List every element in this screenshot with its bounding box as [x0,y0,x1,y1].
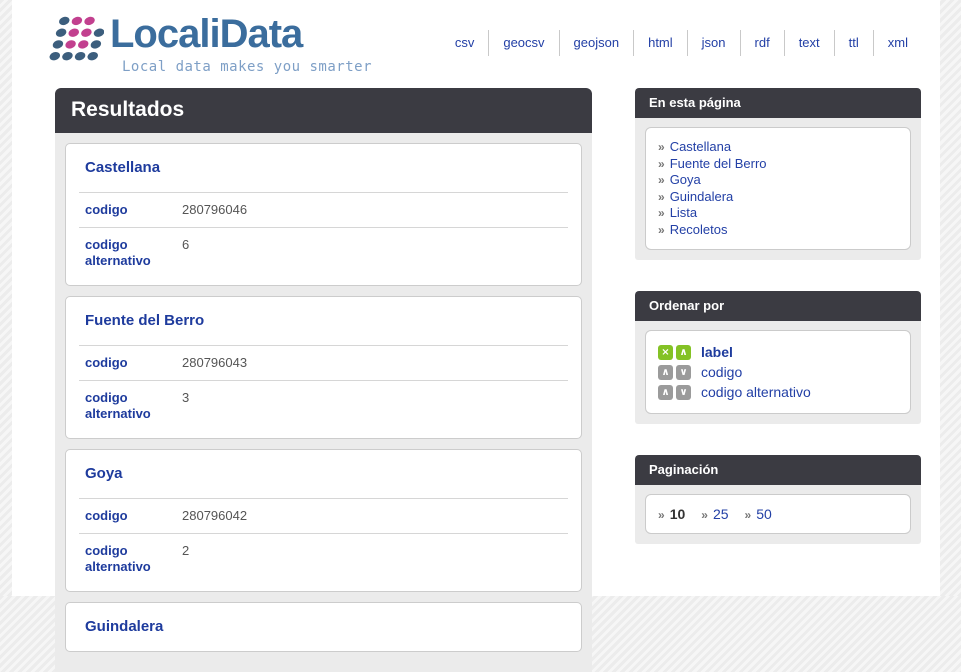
list-item: » Lista [658,205,898,222]
format-nav: csv geocsv geojson html json rdf text tt… [441,30,922,56]
chevron-right-icon: » [658,173,665,187]
sort-row-codigo-alternativo: ∧ ∨ codigo alternativo [658,382,898,402]
content: Resultados Castellana codigo 280796046 c… [12,88,940,672]
pagination-title: Paginación [635,455,921,485]
brand-tagline: Local data makes you smarter [122,59,372,75]
page-size-option-25[interactable]: » 25 [701,506,728,522]
table-row: codigo alternativo 2 [79,533,568,591]
table-row: codigo alternativo 3 [79,380,568,438]
on-this-page-body: » Castellana » Fuente del Berro » Goya » Gui… [635,118,921,260]
result-card-goya: Goya codigo 280796042 codigo alternativo… [65,449,582,592]
sort-asc-icon[interactable]: ∧ [658,365,673,380]
chevron-right-icon: » [701,508,708,522]
field-value: 280796043 [182,355,247,371]
results-panel-title: Resultados [55,88,592,133]
sort-card: × ∧ label ∧ ∨ codigo ∧ ∨ codigo alte [645,330,911,414]
chevron-right-icon: » [658,206,665,220]
sort-widget-title: Ordenar por [635,291,921,321]
sort-asc-active-icon[interactable]: ∧ [676,345,691,360]
sidebar: En esta página » Castellana » Fuente del B… [635,88,921,575]
list-item: » Fuente del Berro [658,156,898,173]
field-value: 3 [182,390,189,422]
result-card-title: Fuente del Berro [79,297,568,345]
result-card-fuente-del-berro: Fuente del Berro codigo 280796043 codigo… [65,296,582,439]
chevron-right-icon: » [745,508,752,522]
format-link-geocsv[interactable]: geocsv [488,30,558,56]
chevron-right-icon: » [658,140,665,154]
page-size-option-50[interactable]: » 50 [745,506,772,522]
toc-link-goya[interactable]: Goya [670,172,701,187]
localidata-dots-icon [48,12,104,66]
on-this-page-title: En esta página [635,88,921,118]
on-this-page-widget: En esta página » Castellana » Fuente del B… [635,88,921,260]
brand-text: LocaliData Local data makes you smarter [110,10,372,75]
sort-row-codigo: ∧ ∨ codigo [658,362,898,382]
results-panel: Resultados Castellana codigo 280796046 c… [55,88,592,672]
list-item: » Goya [658,172,898,189]
on-this-page-card: » Castellana » Fuente del Berro » Goya » Gui… [645,127,911,250]
field-label: codigo alternativo [85,237,182,269]
result-card-title: Castellana [79,144,568,192]
field-value: 6 [182,237,189,269]
format-link-json[interactable]: json [687,30,740,56]
table-row: codigo 280796043 [79,345,568,380]
field-value: 2 [182,543,189,575]
format-link-html[interactable]: html [633,30,687,56]
pagination-body: » 10 » 25 » 50 [635,485,921,544]
pagination-widget: Paginación » 10 » 25 » 50 [635,455,921,544]
page: LocaliData Local data makes you smarter … [12,0,940,596]
chevron-right-icon: » [658,190,665,204]
chevron-right-icon: » [658,223,665,237]
top-bar: LocaliData Local data makes you smarter … [12,10,940,88]
result-card-title: Goya [79,450,568,498]
chevron-right-icon: » [658,508,665,522]
toc-link-guindalera[interactable]: Guindalera [670,189,734,204]
sort-desc-icon[interactable]: ∨ [676,365,691,380]
result-card-guindalera: Guindalera [65,602,582,652]
field-label: codigo [85,508,182,524]
results-list: Castellana codigo 280796046 codigo alter… [55,133,592,672]
field-value: 280796042 [182,508,247,524]
toc-link-castellana[interactable]: Castellana [670,139,731,154]
pagination-card: » 10 » 25 » 50 [645,494,911,534]
toc-link-recoletos[interactable]: Recoletos [670,222,728,237]
sort-option-codigo-alternativo[interactable]: codigo alternativo [701,384,811,400]
table-row: codigo 280796046 [79,192,568,227]
field-label: codigo [85,202,182,218]
format-link-ttl[interactable]: ttl [834,30,873,56]
toc-link-lista[interactable]: Lista [670,205,697,220]
toc-link-fuente-del-berro[interactable]: Fuente del Berro [670,156,767,171]
sort-option-codigo[interactable]: codigo [701,364,742,380]
sort-desc-icon[interactable]: ∨ [676,385,691,400]
page-size-current[interactable]: 10 [670,506,686,522]
table-row: codigo 280796042 [79,498,568,533]
sort-widget: Ordenar por × ∧ label ∧ ∨ codigo [635,291,921,424]
format-link-csv[interactable]: csv [441,30,489,56]
field-label: codigo alternativo [85,543,182,575]
page-size-option-10[interactable]: » 10 [658,506,685,522]
table-row: codigo alternativo 6 [79,227,568,285]
sort-row-label: × ∧ label [658,342,898,362]
list-item: » Guindalera [658,189,898,206]
page-size-link[interactable]: 50 [756,506,772,522]
result-card-title: Guindalera [79,603,568,651]
sort-asc-icon[interactable]: ∧ [658,385,673,400]
list-item: » Castellana [658,139,898,156]
page-size-link[interactable]: 25 [713,506,729,522]
list-item: » Recoletos [658,222,898,239]
remove-sort-icon[interactable]: × [658,345,673,360]
format-link-text[interactable]: text [784,30,834,56]
format-link-rdf[interactable]: rdf [740,30,784,56]
field-label: codigo alternativo [85,390,182,422]
brand-name: LocaliData [110,10,372,58]
sort-option-label[interactable]: label [701,344,733,360]
field-value: 280796046 [182,202,247,218]
brand-logo[interactable]: LocaliData Local data makes you smarter [48,10,372,75]
chevron-right-icon: » [658,157,665,171]
result-card-castellana: Castellana codigo 280796046 codigo alter… [65,143,582,286]
sort-widget-body: × ∧ label ∧ ∨ codigo ∧ ∨ codigo alte [635,321,921,424]
format-link-geojson[interactable]: geojson [559,30,634,56]
format-link-xml[interactable]: xml [873,30,922,56]
field-label: codigo [85,355,182,371]
